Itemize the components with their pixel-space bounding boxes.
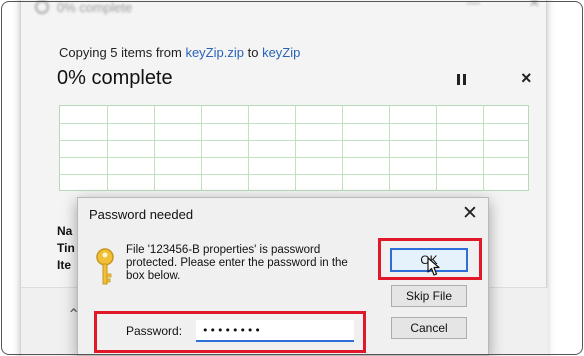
window-app-icon bbox=[35, 0, 49, 14]
password-label: Password: bbox=[126, 324, 183, 338]
cancel-button[interactable]: Cancel bbox=[391, 317, 467, 339]
copy-prefix: Copying 5 items from bbox=[59, 45, 182, 60]
password-dialog: Password needed ✕ File '123456-B propert… bbox=[77, 197, 489, 356]
key-icon bbox=[96, 248, 114, 285]
transfer-speed-graph bbox=[59, 105, 529, 191]
side-label-time: Tin bbox=[57, 241, 75, 255]
to-word: to bbox=[247, 45, 259, 60]
progress-window-titlebar: 0% complete bbox=[35, 0, 132, 19]
password-input[interactable] bbox=[196, 320, 354, 342]
skip-file-button[interactable]: Skip File bbox=[391, 285, 467, 307]
percent-complete: 0% complete bbox=[57, 67, 173, 89]
mouse-pointer-icon bbox=[427, 257, 440, 276]
cancel-copy-icon[interactable]: × bbox=[521, 68, 532, 89]
source-link[interactable]: keyZip.zip bbox=[185, 45, 244, 60]
window-close-icon[interactable]: ✕ bbox=[529, 0, 540, 11]
progress-window-title: 0% complete bbox=[57, 0, 133, 15]
dialog-message: File '123456-B properties' is password p… bbox=[126, 244, 348, 282]
minimize-icon[interactable]: — bbox=[467, 0, 480, 10]
side-label-name: Na bbox=[57, 224, 73, 238]
copy-status-line: Copying 5 items from keyZip.zip to keyZi… bbox=[59, 45, 300, 60]
dialog-close-icon[interactable]: ✕ bbox=[462, 202, 478, 225]
pause-icon[interactable] bbox=[457, 74, 469, 88]
side-label-items: Ite bbox=[57, 258, 72, 272]
dialog-title: Password needed bbox=[89, 207, 194, 222]
destination-link[interactable]: keyZip bbox=[262, 45, 300, 60]
